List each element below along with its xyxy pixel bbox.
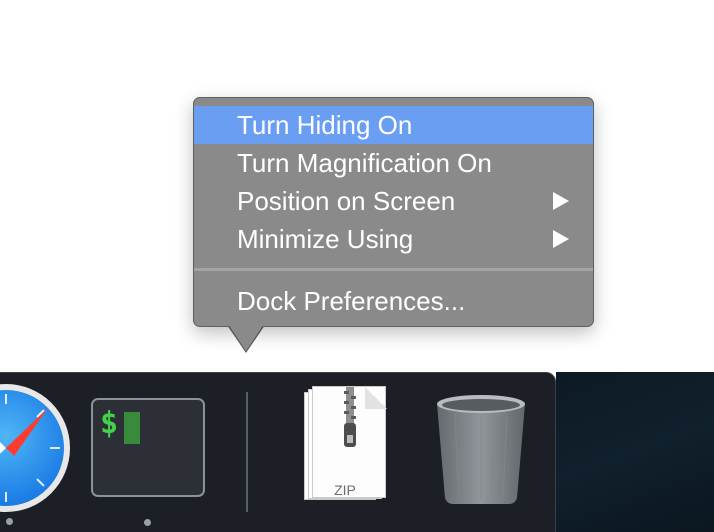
terminal-prompt: $ xyxy=(100,406,119,441)
menu-item-label: Position on Screen xyxy=(237,186,456,216)
terminal-running-indicator xyxy=(144,519,151,526)
submenu-arrow-icon xyxy=(553,230,569,248)
terminal-icon[interactable]: $ xyxy=(91,398,205,497)
dock-context-menu: Turn Hiding On Turn Magnification On Pos… xyxy=(193,97,594,327)
terminal-cursor xyxy=(124,412,140,444)
menu-item-label: Minimize Using xyxy=(237,224,414,254)
trash-icon[interactable] xyxy=(433,392,529,506)
menu-item-label: Turn Magnification On xyxy=(237,148,492,178)
menu-item-label: Turn Hiding On xyxy=(237,110,413,140)
desktop-wallpaper xyxy=(556,372,714,532)
safari-compass-icon[interactable] xyxy=(0,384,70,512)
zip-archive-icon[interactable]: ZIP xyxy=(304,386,387,504)
menu-item-position-on-screen[interactable]: Position on Screen xyxy=(194,182,593,220)
menu-pointer xyxy=(228,324,264,351)
menu-item-label: Dock Preferences... xyxy=(237,286,466,316)
desktop: $ ZIP Turn Hiding On Turn Magnification … xyxy=(0,0,714,532)
submenu-arrow-icon xyxy=(553,192,569,210)
safari-running-indicator xyxy=(6,518,13,525)
menu-item-minimize-using[interactable]: Minimize Using xyxy=(194,220,593,258)
menu-item-turn-hiding-on[interactable]: Turn Hiding On xyxy=(194,106,593,144)
menu-divider xyxy=(194,268,593,271)
menu-item-turn-magnification-on[interactable]: Turn Magnification On xyxy=(194,144,593,182)
menu-item-dock-preferences[interactable]: Dock Preferences... xyxy=(194,282,593,320)
zip-file-label: ZIP xyxy=(334,482,356,498)
dock-separator xyxy=(246,392,248,512)
